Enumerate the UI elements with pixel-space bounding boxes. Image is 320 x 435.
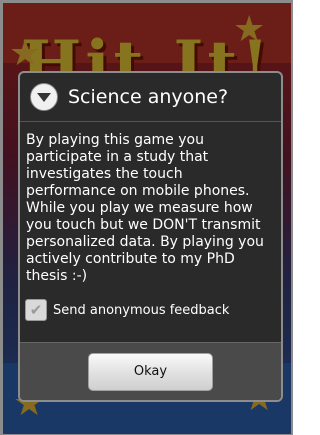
feedback-checkbox[interactable]: ✔ — [25, 299, 47, 321]
dialog-message: By playing this game you participate in … — [26, 132, 264, 284]
dialog-header: Science anyone? — [20, 73, 281, 122]
info-chevron-icon — [30, 83, 58, 111]
okay-button[interactable]: Okay — [88, 352, 213, 391]
dialog-title: Science anyone? — [68, 86, 229, 108]
dialog-body: By playing this game you participate in … — [20, 122, 281, 321]
dialog-button-bar: Okay — [20, 342, 281, 400]
checkmark-icon: ✔ — [29, 300, 43, 319]
feedback-checkbox-label[interactable]: Send anonymous feedback — [53, 302, 229, 319]
science-dialog: Science anyone? By playing this game you… — [18, 71, 283, 402]
feedback-checkbox-row[interactable]: ✔ Send anonymous feedback — [25, 299, 273, 321]
